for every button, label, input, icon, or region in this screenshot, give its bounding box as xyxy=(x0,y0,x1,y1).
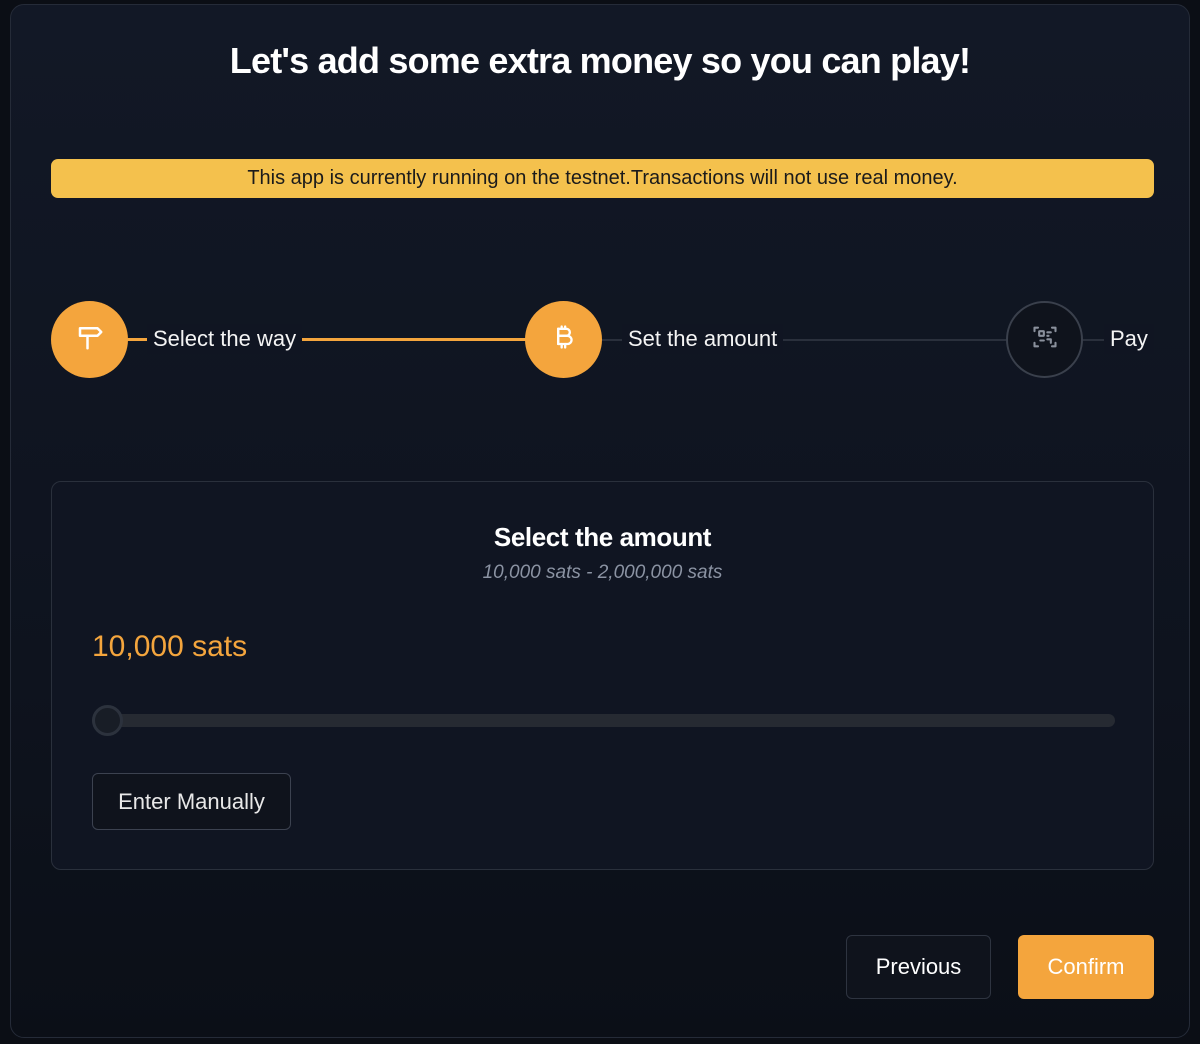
step-select-way-circle[interactable] xyxy=(51,301,128,378)
step-pay-circle[interactable] xyxy=(1006,301,1083,378)
amount-panel: Select the amount 10,000 sats - 2,000,00… xyxy=(51,481,1154,870)
amount-panel-title: Select the amount xyxy=(493,522,712,552)
step-set-amount-circle[interactable] xyxy=(525,301,602,378)
amount-range-text: 10,000 sats - 2,000,000 sats xyxy=(482,562,723,583)
amount-slider-track[interactable] xyxy=(92,714,1115,727)
step-pay-label: Pay xyxy=(1104,324,1154,354)
confirm-button[interactable]: Confirm xyxy=(1018,935,1154,999)
previous-button[interactable]: Previous xyxy=(846,935,991,999)
qr-scan-icon xyxy=(1031,323,1059,356)
testnet-warning-text: This app is currently running on the tes… xyxy=(247,167,958,189)
step-select-way-label: Select the way xyxy=(147,324,303,354)
current-amount: 10,000 sats xyxy=(92,630,248,663)
page-title: Let's add some extra money so you can pl… xyxy=(229,40,971,81)
testnet-warning-banner: This app is currently running on the tes… xyxy=(51,159,1154,198)
bitcoin-icon xyxy=(550,323,578,356)
stepper: Select the way Set the amount Pay xyxy=(0,300,1200,380)
amount-slider-thumb[interactable] xyxy=(92,705,123,736)
signpost-icon xyxy=(75,322,105,357)
step-set-amount-label: Set the amount xyxy=(622,324,784,354)
enter-manually-button[interactable]: Enter Manually xyxy=(92,773,291,830)
